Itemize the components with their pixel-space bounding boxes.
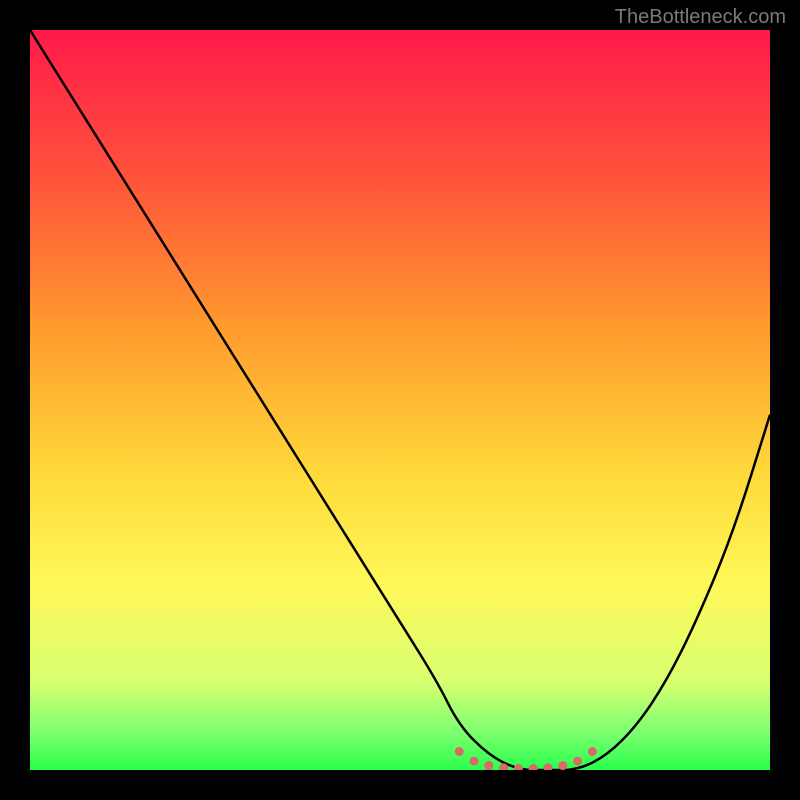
plot-area [30, 30, 770, 770]
marker-dot [588, 747, 597, 756]
curve-markers [455, 747, 597, 770]
marker-dot [470, 757, 479, 766]
marker-dot [544, 763, 553, 770]
curve-layer [30, 30, 770, 770]
marker-dot [529, 764, 538, 770]
marker-dot [514, 764, 523, 770]
marker-dot [455, 747, 464, 756]
marker-dot [573, 757, 582, 766]
marker-dot [558, 761, 567, 770]
bottleneck-curve [30, 30, 770, 770]
marker-dot [484, 761, 493, 770]
watermark-text: TheBottleneck.com [615, 6, 786, 29]
